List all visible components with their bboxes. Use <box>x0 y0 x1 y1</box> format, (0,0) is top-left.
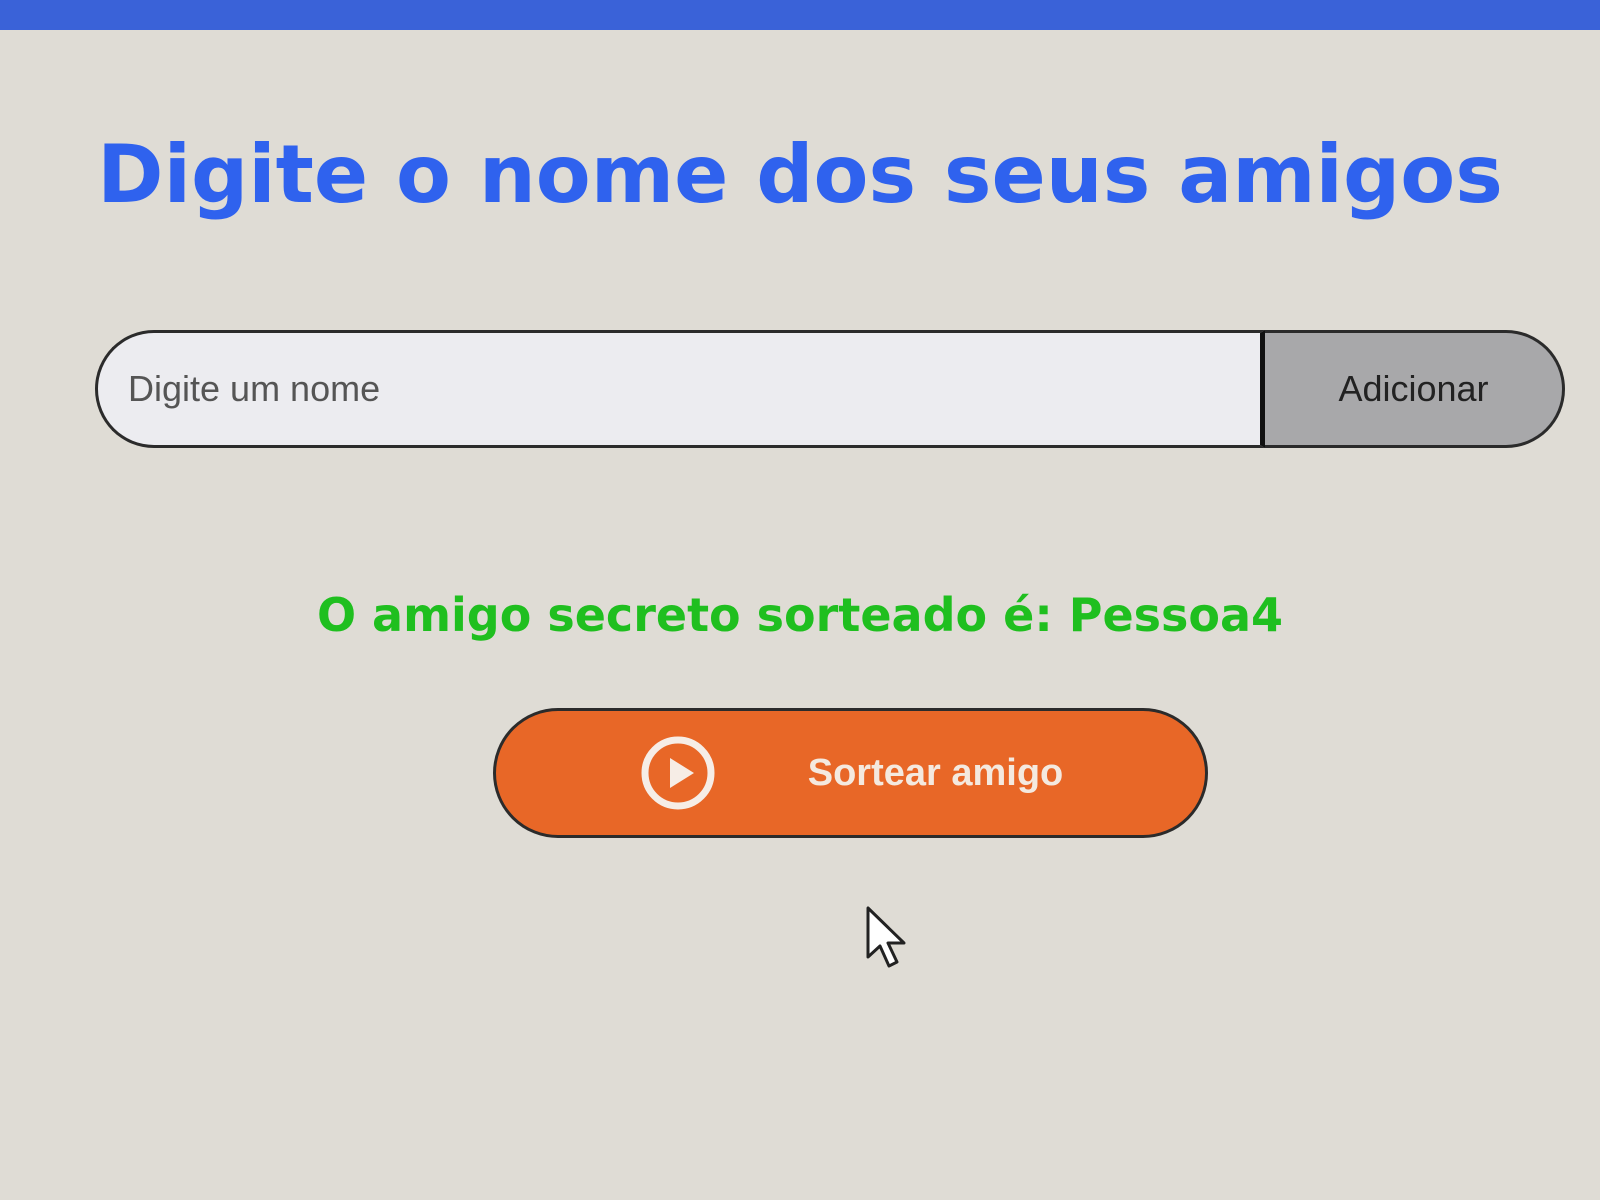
draw-friend-button[interactable]: Sortear amigo <box>493 708 1208 838</box>
main-content: Digite o nome dos seus amigos Adicionar … <box>0 30 1600 1200</box>
add-button[interactable]: Adicionar <box>1265 330 1565 448</box>
mouse-pointer-icon <box>866 906 906 968</box>
add-friend-form: Adicionar <box>95 330 1565 448</box>
browser-top-bar <box>0 0 1600 30</box>
play-circle-icon <box>641 736 715 810</box>
page-title: Digite o nome dos seus amigos <box>97 128 1503 221</box>
draw-result: O amigo secreto sorteado é: Pessoa4 <box>316 588 1284 642</box>
name-input[interactable] <box>95 330 1265 448</box>
draw-button-label: Sortear amigo <box>807 751 1064 794</box>
